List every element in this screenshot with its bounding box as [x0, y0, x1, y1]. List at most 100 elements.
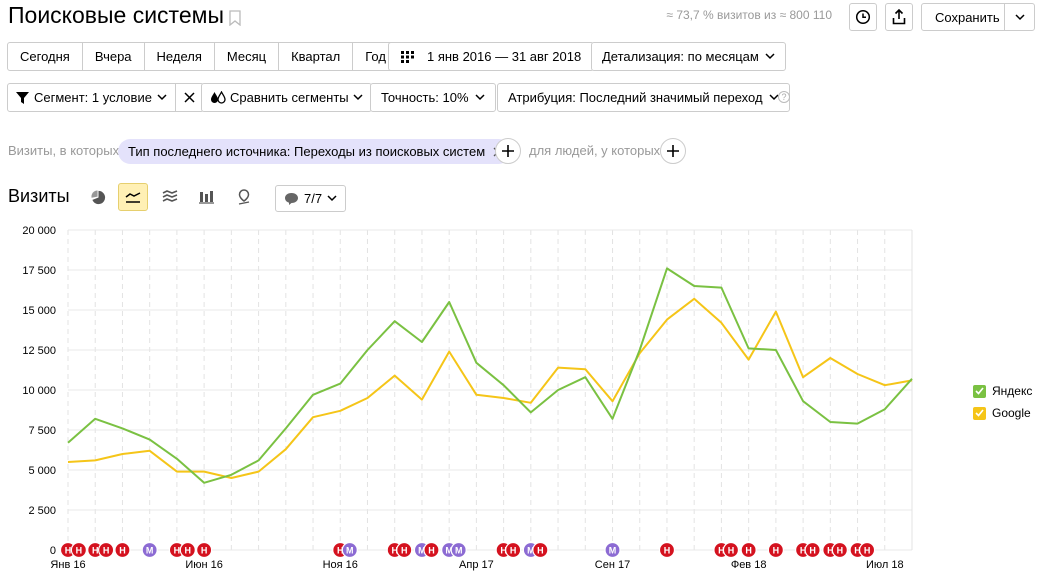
- export-button[interactable]: [885, 3, 913, 31]
- line-chart-type-button[interactable]: [118, 183, 148, 211]
- attribution-dropdown[interactable]: Атрибуция: Последний значимый переход: [497, 83, 790, 112]
- period-quarter[interactable]: Квартал: [279, 43, 354, 70]
- segment-label: Сегмент: 1 условие: [34, 90, 152, 105]
- add-people-condition-button[interactable]: [660, 138, 686, 164]
- event-marker-label: Н: [401, 546, 408, 556]
- event-marker-label: Н: [92, 546, 99, 556]
- event-marker-label: Н: [65, 546, 72, 556]
- event-marker-label: Н: [809, 546, 816, 556]
- period-month[interactable]: Месяц: [215, 43, 280, 70]
- plus-icon: [502, 145, 514, 157]
- close-icon: [184, 92, 195, 103]
- y-tick-label: 12 500: [22, 345, 56, 357]
- clock-icon: [855, 9, 871, 25]
- add-visit-condition-button[interactable]: [495, 138, 521, 164]
- page-title: Поисковые системы: [8, 2, 224, 28]
- bookmark-icon[interactable]: [229, 10, 241, 26]
- bar-chart-type-button[interactable]: [192, 183, 222, 211]
- y-tick-label: 10 000: [22, 385, 56, 397]
- people-condition-label: для людей, у которых: [529, 143, 661, 158]
- visits-condition-label: Визиты, в которых: [8, 143, 120, 158]
- event-marker-label: Н: [428, 546, 435, 556]
- help-icon[interactable]: ?: [778, 91, 790, 103]
- condition-pill-label: Тип последнего источника: Переходы из по…: [128, 144, 486, 159]
- accuracy-dropdown[interactable]: Точность: 10%: [370, 83, 496, 112]
- event-marker-label: Н: [664, 546, 671, 556]
- series-line-google: [67, 297, 913, 479]
- area-chart-icon: [162, 190, 178, 202]
- save-dropdown-toggle[interactable]: [1005, 13, 1034, 21]
- event-marker-label: М: [609, 546, 617, 556]
- checkbox-icon: [973, 384, 986, 398]
- line-chart-icon: [125, 192, 141, 203]
- y-tick-label: 0: [50, 545, 56, 557]
- event-marker-label: М: [455, 546, 463, 556]
- map-chart-type-button[interactable]: [229, 183, 259, 211]
- clear-segment-button[interactable]: [176, 84, 203, 111]
- chart-title: Визиты: [8, 186, 70, 206]
- x-tick-label: Сен 17: [595, 559, 630, 571]
- bar-chart-icon: [199, 191, 214, 204]
- filter-icon: [16, 91, 29, 104]
- annotations-dropdown[interactable]: 7/7: [275, 185, 347, 212]
- history-button[interactable]: [849, 3, 877, 31]
- event-marker-label: Н: [510, 546, 517, 556]
- save-button[interactable]: Сохранить: [921, 3, 1035, 31]
- period-week[interactable]: Неделя: [145, 43, 215, 70]
- chevron-down-icon: [765, 53, 775, 60]
- event-marker-label: Н: [837, 546, 844, 556]
- event-marker-label: Н: [728, 546, 735, 556]
- chevron-down-icon: [157, 94, 167, 101]
- event-marker-label: Н: [103, 546, 110, 556]
- segment-dropdown[interactable]: Сегмент: 1 условие: [8, 84, 176, 111]
- event-marker-label: Н: [119, 546, 126, 556]
- date-range-picker[interactable]: 1 янв 2016 — 31 авг 2018: [388, 42, 595, 71]
- event-marker-label: Н: [745, 546, 752, 556]
- calendar-icon: [401, 50, 414, 63]
- annotations-count: 7/7: [304, 191, 323, 206]
- event-marker-label: М: [346, 546, 354, 556]
- y-tick-label: 2 500: [28, 505, 56, 517]
- attribution-label: Атрибуция: Последний значимый переход: [508, 90, 763, 105]
- detail-dropdown[interactable]: Детализация: по месяцам: [591, 42, 786, 71]
- event-marker-label: Н: [174, 546, 181, 556]
- pie-chart-type-button[interactable]: [83, 183, 113, 211]
- x-tick-label: Фев 18: [731, 559, 767, 571]
- chevron-down-icon: [1014, 13, 1025, 20]
- event-marker-label: Н: [537, 546, 544, 556]
- detail-label: Детализация: по месяцам: [602, 49, 759, 64]
- share-icon: [892, 9, 906, 25]
- event-marker-label: Н: [76, 546, 83, 556]
- event-marker-label: Н: [185, 546, 192, 556]
- accuracy-label: Точность: 10%: [381, 90, 469, 105]
- area-chart-type-button[interactable]: [155, 183, 185, 211]
- checkbox-icon: [973, 406, 986, 420]
- y-tick-label: 5 000: [28, 465, 56, 477]
- x-tick-label: Ноя 16: [323, 559, 358, 571]
- period-yesterday[interactable]: Вчера: [83, 43, 145, 70]
- x-tick-label: Июн 16: [185, 559, 223, 571]
- visits-line-chart: 0 2 500 5 000 7 500 10 000 12 500 15 000 17 500…: [22, 225, 913, 571]
- visits-info: ≈ 73,7 % визитов из ≈ 800 110: [666, 8, 832, 22]
- legend-label-yandex: Яндекс: [992, 384, 1033, 398]
- legend-item-google[interactable]: Google: [973, 406, 1032, 420]
- y-tick-label: 17 500: [22, 265, 56, 277]
- period-today[interactable]: Сегодня: [8, 43, 83, 70]
- event-marker-label: Н: [773, 546, 780, 556]
- event-marker-label: Н: [864, 546, 871, 556]
- series-line-yandex: [67, 267, 913, 484]
- period-selector: Сегодня Вчера Неделя Месяц Квартал Год: [7, 42, 399, 71]
- x-tick-label: Янв 16: [50, 559, 85, 571]
- save-button-label: Сохранить: [935, 9, 1000, 25]
- x-tick-label: Апр 17: [459, 559, 494, 571]
- plus-icon: [667, 145, 679, 157]
- legend-item-yandex[interactable]: Яндекс: [973, 384, 1032, 398]
- compare-label: Сравнить сегменты: [230, 90, 349, 105]
- compare-drops-icon: [211, 91, 226, 104]
- chevron-down-icon: [353, 94, 363, 101]
- map-pin-icon: [238, 189, 250, 205]
- event-marker-label: Н: [201, 546, 208, 556]
- x-tick-label: Июл 18: [866, 559, 904, 571]
- condition-pill[interactable]: Тип последнего источника: Переходы из по…: [118, 139, 512, 164]
- compare-segments-button[interactable]: Сравнить сегменты: [201, 83, 372, 112]
